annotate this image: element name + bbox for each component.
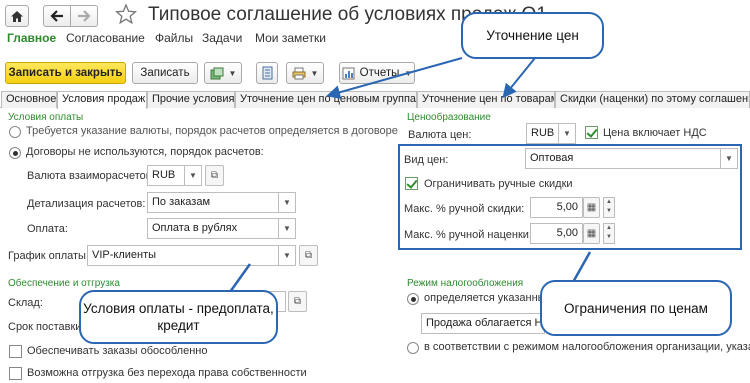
callout-price-refine: Уточнение цен xyxy=(461,12,604,59)
callout-price-limits: Ограничения по ценам xyxy=(540,280,732,336)
price-limits-highlight xyxy=(398,144,742,250)
callout-payment-terms: Условия оплаты - предоплата, кредит xyxy=(79,290,278,344)
